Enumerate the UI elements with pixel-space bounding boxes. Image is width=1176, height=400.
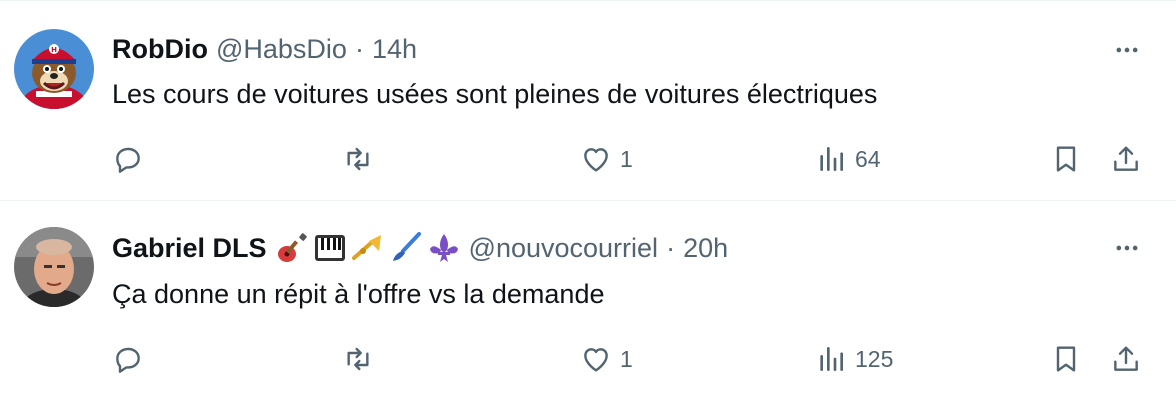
bookmark-icon	[1056, 146, 1076, 172]
view-count: 64	[855, 145, 881, 172]
avatar[interactable]	[14, 227, 94, 307]
retweet-icon	[347, 347, 369, 371]
display-name[interactable]: RobDio	[112, 33, 208, 65]
more-dots-icon	[1116, 245, 1138, 251]
share-button[interactable]	[1110, 139, 1142, 179]
reply-feed: H RobDio @HabsDio · 14h Les cours de voi…	[0, 0, 1176, 400]
reply-icon	[116, 347, 140, 373]
svg-text:H: H	[51, 46, 57, 54]
share-button[interactable]	[1110, 339, 1142, 379]
person-avatar-icon	[14, 227, 94, 307]
like-button[interactable]: 1	[580, 139, 633, 179]
mascot-avatar-icon: H	[14, 29, 94, 109]
retweet-button[interactable]	[342, 339, 374, 379]
tweet-text: Ça donne un répit à l'offre vs la demand…	[112, 279, 605, 309]
like-button[interactable]: 1	[580, 339, 633, 379]
reply-button[interactable]	[112, 139, 144, 179]
separator-dot: ·	[354, 34, 364, 64]
share-icon	[1114, 146, 1138, 171]
more-dots-icon	[1116, 47, 1138, 53]
more-options-button[interactable]	[1112, 233, 1142, 263]
bookmark-icon	[1056, 346, 1076, 372]
views-button[interactable]: 64	[815, 139, 881, 179]
retweet-icon	[347, 147, 369, 171]
tweet[interactable]: Gabriel DLS @nouvocourriel · 20h Ça donn…	[0, 201, 1176, 400]
share-icon	[1114, 346, 1138, 371]
piano-keys-icon	[314, 235, 345, 261]
tweet-header: Gabriel DLS @nouvocourriel · 20h	[112, 231, 728, 265]
like-count: 1	[620, 345, 633, 372]
views-button[interactable]: 125	[815, 339, 893, 379]
username-handle[interactable]: @nouvocourriel	[469, 232, 659, 264]
display-name[interactable]: Gabriel DLS	[112, 232, 267, 264]
action-bar: 1 64	[0, 139, 1176, 179]
analytics-icon	[820, 147, 843, 171]
reply-button[interactable]	[112, 339, 144, 379]
like-count: 1	[620, 145, 633, 172]
bookmark-button[interactable]	[1050, 139, 1082, 179]
timestamp[interactable]: 20h	[683, 232, 728, 264]
analytics-icon	[820, 347, 843, 371]
paintbrush-icon	[392, 232, 421, 261]
guitar-icon	[277, 233, 307, 262]
more-options-button[interactable]	[1112, 35, 1142, 65]
retweet-button[interactable]	[342, 139, 374, 179]
tweet[interactable]: H RobDio @HabsDio · 14h Les cours de voi…	[0, 1, 1176, 201]
tweet-header: RobDio @HabsDio · 14h	[112, 33, 417, 65]
reply-icon	[116, 147, 140, 173]
bookmark-button[interactable]	[1050, 339, 1082, 379]
timestamp[interactable]: 14h	[372, 33, 417, 65]
view-count: 125	[855, 345, 894, 372]
name-emojis	[275, 231, 461, 265]
trumpet-icon	[351, 235, 381, 260]
username-handle[interactable]: @HabsDio	[216, 33, 347, 65]
action-bar: 1 125	[0, 339, 1176, 379]
avatar[interactable]: H	[14, 29, 94, 109]
separator-dot: ·	[666, 233, 676, 263]
tweet-text: Les cours de voitures usées sont pleines…	[112, 79, 878, 109]
heart-icon	[584, 348, 608, 372]
fleur-de-lis-icon	[429, 234, 458, 262]
heart-icon	[584, 148, 608, 172]
